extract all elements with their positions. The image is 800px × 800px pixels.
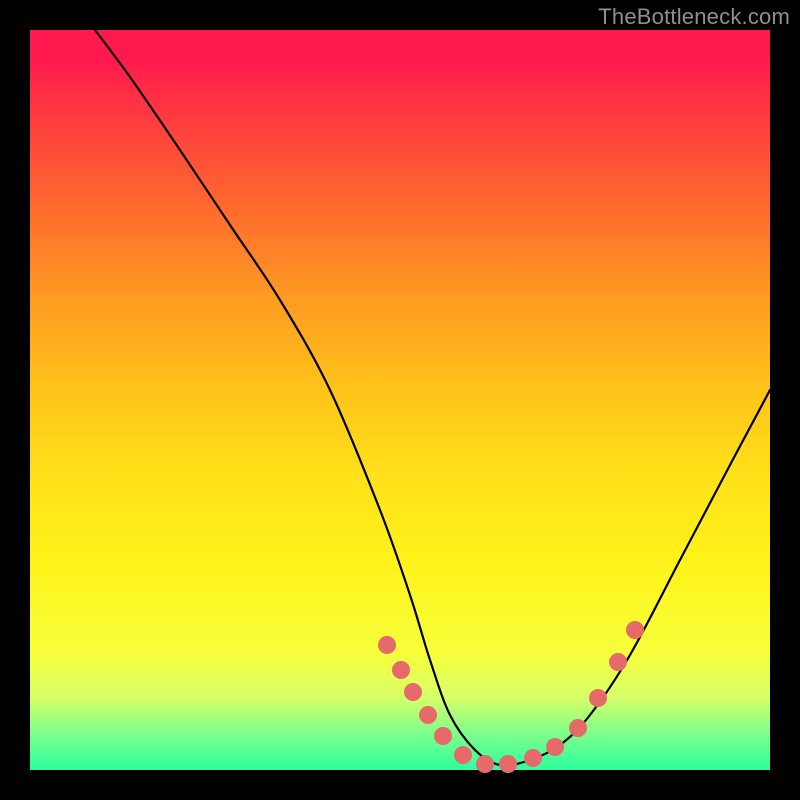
watermark-text: TheBottleneck.com (598, 4, 790, 30)
curve-marker (454, 746, 472, 764)
curve-marker (404, 683, 422, 701)
marker-group (378, 621, 644, 773)
curve-layer (30, 30, 770, 770)
curve-marker (609, 653, 627, 671)
curve-marker (392, 661, 410, 679)
curve-marker (589, 689, 607, 707)
curve-marker (626, 621, 644, 639)
curve-marker (419, 706, 437, 724)
curve-marker (476, 755, 494, 773)
curve-marker (378, 636, 396, 654)
curve-marker (499, 755, 517, 773)
curve-marker (546, 738, 564, 756)
bottleneck-curve (95, 30, 770, 765)
curve-marker (434, 727, 452, 745)
curve-marker (569, 719, 587, 737)
curve-marker (524, 749, 542, 767)
chart-frame: TheBottleneck.com (0, 0, 800, 800)
plot-area (30, 30, 770, 770)
